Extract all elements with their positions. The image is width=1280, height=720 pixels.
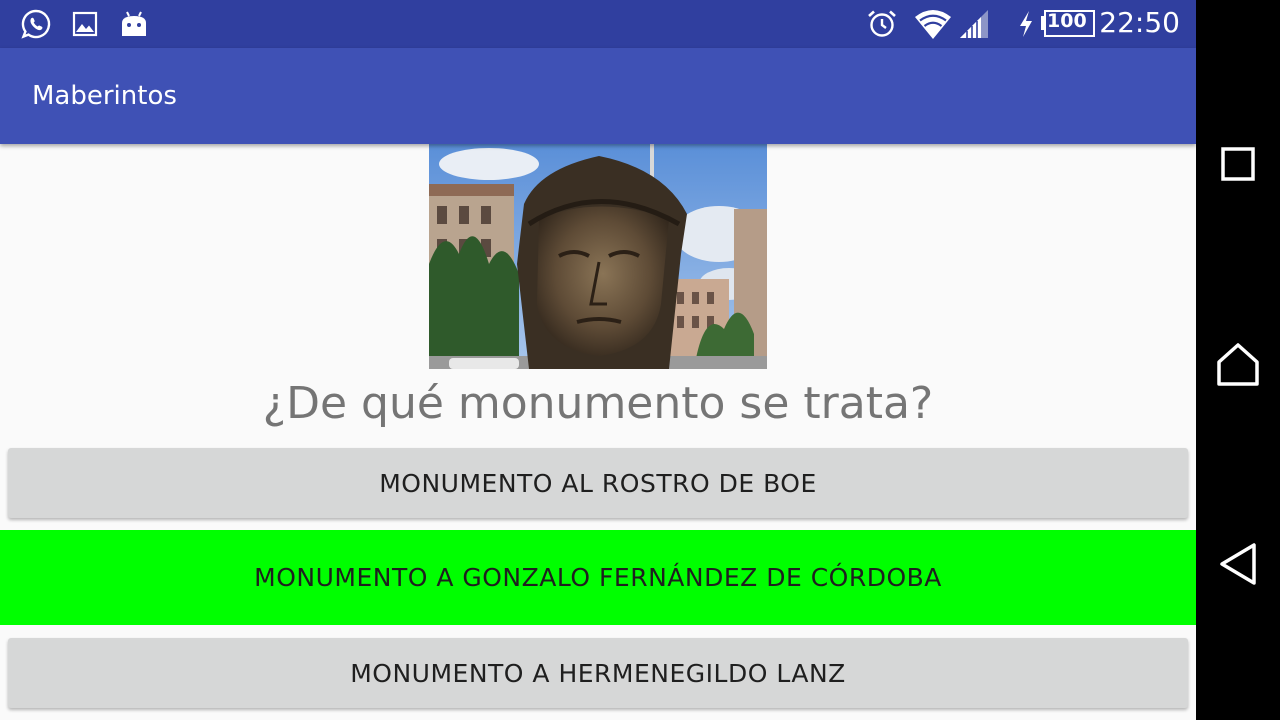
app-title: Maberintos [32,81,177,111]
whatsapp-icon [21,9,51,39]
wifi-icon [915,10,951,39]
home-icon [1217,343,1259,386]
recents-icon [1221,147,1255,181]
signal-icon [960,10,988,38]
gallery-icon [72,11,98,37]
answer-button-3[interactable]: MONUMENTO A HERMENEGILDO LANZ [8,638,1188,708]
home-button[interactable] [1210,336,1266,392]
monument-photo [429,144,767,369]
status-bar: 100 22:50 [0,0,1196,48]
navigation-bar [1196,0,1280,720]
back-icon [1220,543,1256,585]
app-screen: 100 22:50 Maberintos ¿De qué monumento s… [0,0,1196,720]
app-bar: Maberintos [0,48,1196,144]
question-text: ¿De qué monumento se trata? [262,378,934,429]
recents-button[interactable] [1210,136,1266,192]
charging-icon [1020,11,1032,37]
alarm-icon [868,10,896,37]
back-button[interactable] [1210,536,1266,592]
answer-button-1[interactable]: MONUMENTO AL ROSTRO DE BOE [8,448,1188,518]
answer-button-2-correct[interactable]: MONUMENTO A GONZALO FERNÁNDEZ DE CÓRDOBA [0,530,1196,625]
battery-level-text: 100 [1047,10,1087,32]
status-clock: 22:50 [1099,6,1180,39]
android-icon [122,11,146,36]
